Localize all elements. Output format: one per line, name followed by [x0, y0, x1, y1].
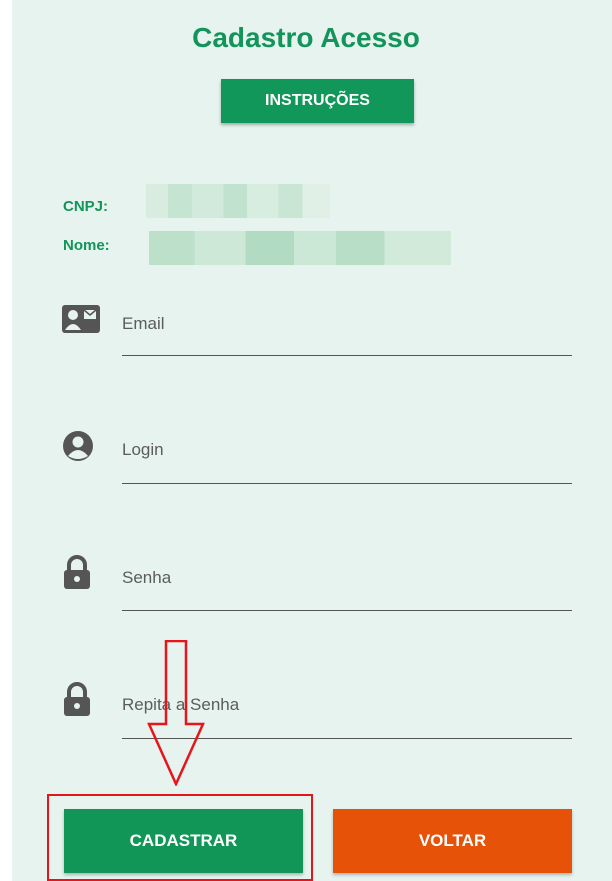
senha-underline: [122, 610, 572, 611]
email-field[interactable]: [122, 318, 576, 354]
email-underline: [122, 355, 572, 356]
lock-icon: [62, 682, 98, 718]
login-underline: [122, 483, 572, 484]
page-title: Cadastro Acesso: [192, 22, 420, 53]
nome-value-redacted: [149, 231, 451, 265]
senha-field[interactable]: [122, 574, 576, 610]
lock-icon: [62, 555, 98, 591]
annotation-highlight-box: [47, 794, 313, 881]
user-circle-icon: [62, 430, 98, 466]
login-field[interactable]: [122, 446, 576, 482]
voltar-button[interactable]: VOLTAR: [333, 809, 572, 873]
cnpj-label: CNPJ:: [63, 198, 109, 215]
cnpj-value-redacted: [146, 184, 330, 218]
form-panel: [12, 0, 612, 881]
contact-card-icon: [62, 305, 100, 341]
nome-label: Nome:: [63, 237, 110, 254]
annotation-arrow-icon: [147, 640, 205, 786]
instructions-button[interactable]: INSTRUÇÕES: [221, 79, 414, 123]
